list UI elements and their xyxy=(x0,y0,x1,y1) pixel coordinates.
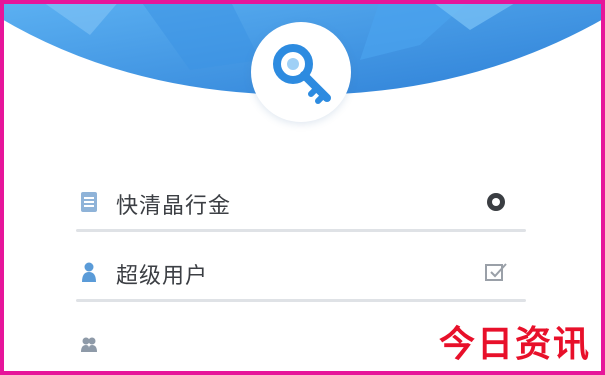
menu-item-label: 快清晶行金 xyxy=(116,194,232,219)
group-icon xyxy=(81,337,97,352)
menu-item-label: 超级用户 xyxy=(116,264,209,289)
menu-item-1[interactable]: 快清晶行金 xyxy=(76,176,526,232)
settings-gear-icon[interactable] xyxy=(484,190,508,214)
list-icon xyxy=(81,192,97,212)
divider xyxy=(76,229,526,232)
divider xyxy=(76,299,526,302)
watermark-text: 今日资讯 xyxy=(438,324,591,365)
edit-check-icon[interactable] xyxy=(484,260,508,284)
user-icon xyxy=(82,262,96,282)
menu-item-2[interactable]: 超级用户 xyxy=(76,246,526,302)
key-icon xyxy=(251,22,351,122)
